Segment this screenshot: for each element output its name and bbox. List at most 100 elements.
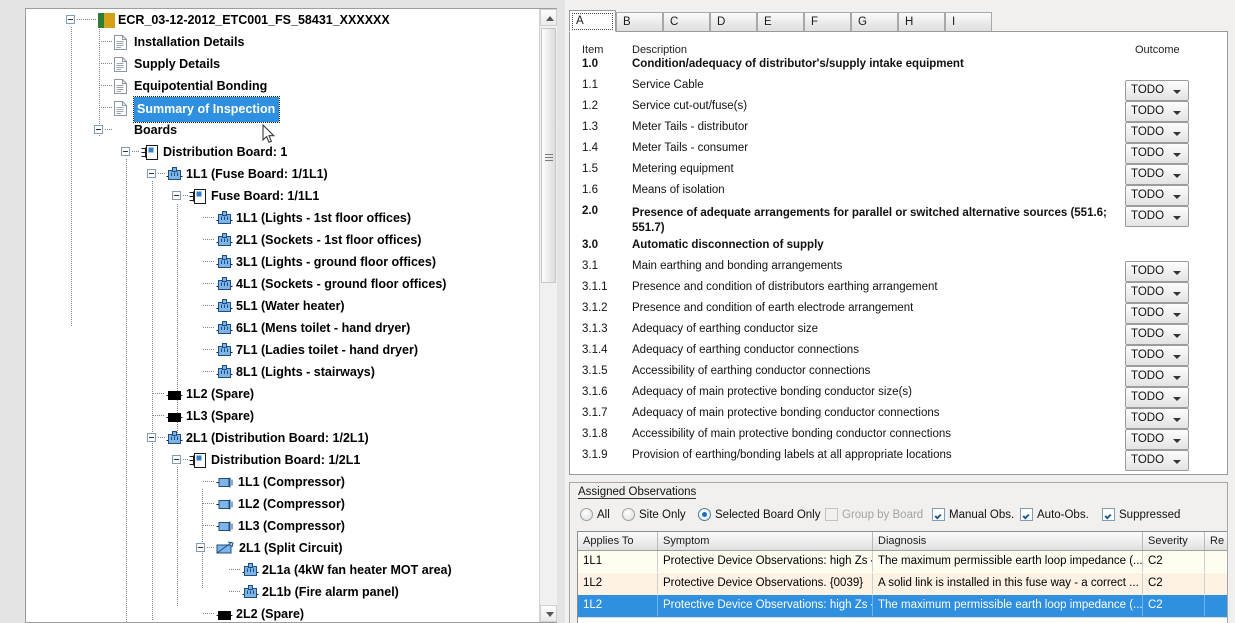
outcome-dropdown[interactable]: TODO	[1125, 261, 1189, 282]
tree-expander[interactable]	[147, 433, 156, 442]
tree-scroll-area[interactable]: ECR_03-12-2012_ETC001_FS_58431_XXXXXX Ins…	[26, 9, 540, 622]
tree-node[interactable]: 1L1 (Fuse Board: 1/1L1)	[26, 163, 540, 185]
tree-item-label[interactable]: 2L1 (Distribution Board: 1/2L1)	[186, 427, 369, 449]
tree-node[interactable]: 1L3 (Compressor)	[26, 515, 540, 537]
outcome-dropdown[interactable]: TODO	[1125, 80, 1189, 101]
tree-item-label[interactable]: 1L2 (Compressor)	[238, 493, 345, 515]
inspection-row[interactable]: 1.0 Condition/adequacy of distributor's/s…	[570, 58, 1227, 79]
outcome-dropdown[interactable]: TODO	[1125, 101, 1189, 122]
tree-node[interactable]: 6L1 (Mens toilet - hand dryer)	[26, 317, 540, 339]
tree-item-label[interactable]: Fuse Board: 1/1L1	[211, 185, 319, 207]
tree-item-label[interactable]: Installation Details	[134, 31, 244, 53]
tab-h[interactable]: H	[898, 12, 945, 32]
outcome-dropdown[interactable]: TODO	[1125, 429, 1189, 450]
tree-node[interactable]: 1L1 (Compressor)	[26, 471, 540, 493]
tree-item-label[interactable]: 3L1 (Lights - ground floor offices)	[236, 251, 436, 273]
tree-node[interactable]: 2L1 (Sockets - 1st floor offices)	[26, 229, 540, 251]
tree-item-label[interactable]: Supply Details	[134, 53, 220, 75]
tree-item-label[interactable]: Distribution Board: 1/2L1	[211, 449, 360, 471]
tree-item-label[interactable]: 5L1 (Water heater)	[236, 295, 345, 317]
tree-item-label[interactable]: 1L1 (Fuse Board: 1/1L1)	[186, 163, 328, 185]
tree-node[interactable]: ECR_03-12-2012_ETC001_FS_58431_XXXXXX	[26, 9, 540, 31]
tree-node[interactable]: Distribution Board: 1/2L1	[26, 449, 540, 471]
tree-vertical-scrollbar[interactable]	[539, 9, 557, 622]
outcome-dropdown[interactable]: TODO	[1125, 408, 1189, 429]
tree-expander[interactable]	[66, 15, 75, 24]
tree-node[interactable]: 1L2 (Compressor)	[26, 493, 540, 515]
grid-column-header[interactable]: Diagnosis	[873, 532, 1143, 550]
grid-column-header[interactable]: Applies To	[578, 532, 658, 550]
scroll-down-button[interactable]	[540, 605, 557, 622]
tree-item-label[interactable]: 2L2 (Spare)	[236, 603, 304, 622]
tree-item-label[interactable]: 2L1b (Fire alarm panel)	[262, 581, 399, 603]
tree-node[interactable]: 2L1b (Fire alarm panel)	[26, 581, 540, 603]
outcome-dropdown[interactable]: TODO	[1125, 366, 1189, 387]
tree-expander[interactable]	[121, 147, 130, 156]
outcome-dropdown[interactable]: TODO	[1125, 122, 1189, 143]
outcome-dropdown[interactable]: TODO	[1125, 450, 1189, 471]
tab-b[interactable]: B	[616, 12, 663, 32]
outcome-dropdown[interactable]: TODO	[1125, 164, 1189, 185]
grid-column-header[interactable]: Symptom	[658, 532, 873, 550]
tab-i[interactable]: I	[945, 12, 992, 32]
outcome-dropdown[interactable]: TODO	[1125, 324, 1189, 345]
tree-node[interactable]: 1L3 (Spare)	[26, 405, 540, 427]
observations-grid[interactable]: Applies To Symptom Diagnosis Severity Re 1L1…	[577, 531, 1227, 623]
tree-item-label[interactable]: 1L3 (Compressor)	[238, 515, 345, 537]
tab-d[interactable]: D	[710, 12, 757, 32]
tree-item-label[interactable]: Equipotential Bonding	[134, 75, 267, 97]
tree-node[interactable]: 4L1 (Sockets - ground floor offices)	[26, 273, 540, 295]
tree-node[interactable]: Summary of Inspection	[26, 96, 540, 123]
tree-item-label[interactable]: 1L2 (Spare)	[186, 383, 254, 405]
tab-e[interactable]: E	[757, 12, 804, 32]
outcome-dropdown[interactable]: TODO	[1125, 143, 1189, 164]
tab-g[interactable]: G	[851, 12, 898, 32]
tree-item-label[interactable]: 2L1 (Split Circuit)	[239, 537, 342, 559]
tree-item-label[interactable]: Distribution Board: 1	[163, 141, 287, 163]
tree-expander[interactable]	[196, 543, 205, 552]
grid-column-header[interactable]: Severity	[1143, 532, 1205, 550]
tree-node[interactable]: Boards	[26, 119, 540, 141]
tree-item-label[interactable]: Boards	[134, 119, 177, 141]
scrollbar-thumb[interactable]	[541, 28, 556, 283]
tree-node[interactable]: 1L2 (Spare)	[26, 383, 540, 405]
observation-row[interactable]: 1L2 Protective Device Observations: high …	[578, 595, 1227, 618]
tree-node[interactable]: 8L1 (Lights - stairways)	[26, 361, 540, 383]
tree-node[interactable]: 2L1 (Split Circuit)	[26, 537, 540, 559]
tree-node[interactable]: Supply Details	[26, 53, 540, 75]
outcome-dropdown[interactable]: TODO	[1125, 206, 1189, 227]
tree-node[interactable]: Equipotential Bonding	[26, 75, 540, 97]
tree-item-label[interactable]: 1L3 (Spare)	[186, 405, 254, 427]
outcome-dropdown[interactable]: TODO	[1125, 345, 1189, 366]
tree-node[interactable]: 2L1a (4kW fan heater MOT area)	[26, 559, 540, 581]
tree-expander[interactable]	[147, 169, 156, 178]
tree-node[interactable]: Distribution Board: 1	[26, 141, 540, 163]
tree-item-label[interactable]: 8L1 (Lights - stairways)	[236, 361, 375, 383]
tree-item-label[interactable]: 2L1a (4kW fan heater MOT area)	[262, 559, 452, 581]
inspection-row[interactable]: 3.0 Automatic disconnection of supply	[570, 239, 1227, 260]
tab-a[interactable]: A	[569, 10, 616, 32]
tree-expander[interactable]	[172, 455, 181, 464]
tree-expander[interactable]	[172, 191, 181, 200]
outcome-dropdown[interactable]: TODO	[1125, 387, 1189, 408]
observation-row[interactable]: 1L2 Protective Device Observations. {0039…	[578, 573, 1227, 596]
tree-node[interactable]: 3L1 (Lights - ground floor offices)	[26, 251, 540, 273]
outcome-dropdown[interactable]: TODO	[1125, 282, 1189, 303]
tree-item-label[interactable]: 7L1 (Ladies toilet - hand dryer)	[236, 339, 418, 361]
observation-row[interactable]: 1L1 Protective Device Observations: high …	[578, 551, 1227, 574]
tree-node[interactable]: Installation Details	[26, 31, 540, 53]
tree-item-label[interactable]: 1L1 (Compressor)	[238, 471, 345, 493]
tree-expander[interactable]	[94, 125, 103, 134]
tree-node[interactable]: 5L1 (Water heater)	[26, 295, 540, 317]
scroll-up-button[interactable]	[540, 9, 557, 26]
grid-column-header[interactable]: Re	[1205, 532, 1227, 550]
tree-item-label[interactable]: 1L1 (Lights - 1st floor offices)	[236, 207, 411, 229]
outcome-dropdown[interactable]: TODO	[1125, 303, 1189, 324]
tree-node[interactable]: 2L2 (Spare)	[26, 603, 540, 622]
tab-f[interactable]: F	[804, 12, 851, 32]
tab-c[interactable]: C	[663, 12, 710, 32]
tree-node[interactable]: 2L1 (Distribution Board: 1/2L1)	[26, 427, 540, 449]
tree-item-label[interactable]: ECR_03-12-2012_ETC001_FS_58431_XXXXXX	[118, 9, 390, 31]
tree-node[interactable]: Fuse Board: 1/1L1	[26, 185, 540, 207]
tree-node[interactable]: 1L1 (Lights - 1st floor offices)	[26, 207, 540, 229]
